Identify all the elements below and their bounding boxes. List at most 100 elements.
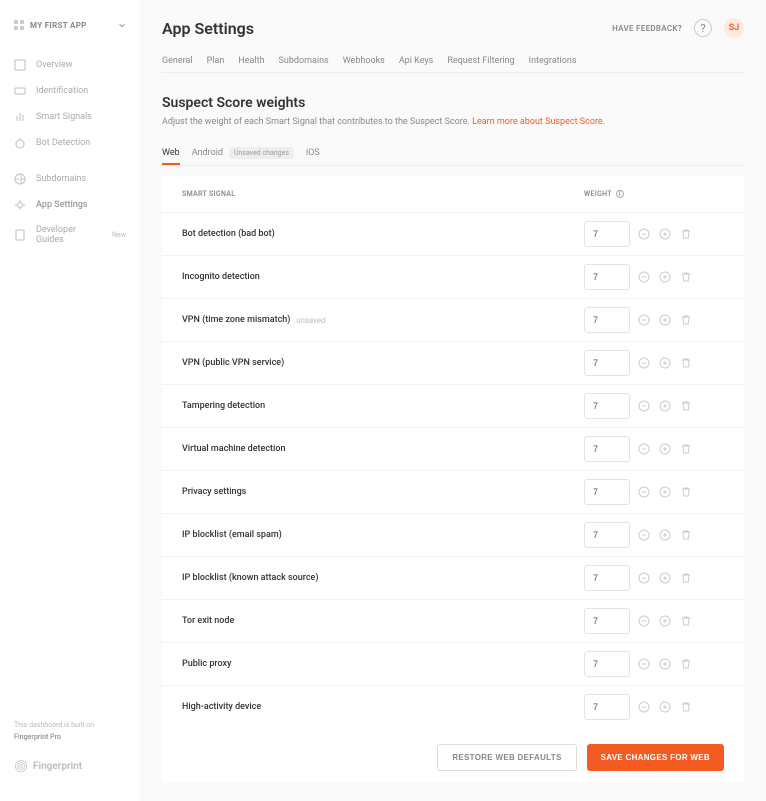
increment-button[interactable] [658, 700, 672, 714]
signal-label: IP blocklist (known attack source) [182, 573, 584, 583]
platform-subtabs: Web AndroidUnsaved changes iOS [162, 141, 744, 166]
weight-input[interactable] [584, 565, 630, 591]
info-icon[interactable]: i [616, 190, 624, 198]
delete-button[interactable] [679, 571, 693, 585]
decrement-button[interactable] [637, 700, 651, 714]
signal-label: IP blocklist (email spam) [182, 530, 584, 540]
sidebar-item-overview[interactable]: Overview [0, 52, 140, 78]
decrement-button[interactable] [637, 657, 651, 671]
increment-button[interactable] [658, 313, 672, 327]
signal-label: Tampering detection [182, 401, 584, 411]
subtab-ios[interactable]: iOS [306, 142, 320, 164]
tab-integrations[interactable]: Integrations [529, 50, 577, 72]
weight-input[interactable] [584, 350, 630, 376]
weight-input[interactable] [584, 221, 630, 247]
delete-button[interactable] [679, 399, 693, 413]
tab-plan[interactable]: Plan [207, 50, 225, 72]
delete-button[interactable] [679, 614, 693, 628]
subtab-android[interactable]: AndroidUnsaved changes [192, 141, 294, 165]
decrement-button[interactable] [637, 614, 651, 628]
action-bar: RESTORE WEB DEFAULTS SAVE CHANGES FOR WE… [162, 728, 744, 771]
delete-button[interactable] [679, 442, 693, 456]
weight-input[interactable] [584, 264, 630, 290]
overview-icon [14, 59, 26, 71]
weight-input[interactable] [584, 479, 630, 505]
signal-label: Incognito detection [182, 272, 584, 282]
save-changes-button[interactable]: SAVE CHANGES FOR WEB [587, 744, 724, 771]
increment-button[interactable] [658, 571, 672, 585]
help-button[interactable]: ? [694, 19, 712, 37]
delete-button[interactable] [679, 657, 693, 671]
signal-label: VPN (time zone mismatch)unsaved [182, 315, 584, 325]
app-selector[interactable]: MY FIRST APP [0, 16, 140, 44]
delete-button[interactable] [679, 227, 693, 241]
table-header: SMART SIGNAL WEIGHT i [162, 176, 744, 212]
app-selector-label: MY FIRST APP [30, 21, 112, 30]
sidebar-item-identification[interactable]: Identification [0, 78, 140, 104]
weight-input[interactable] [584, 393, 630, 419]
tab-subdomains[interactable]: Subdomains [279, 50, 329, 72]
increment-button[interactable] [658, 657, 672, 671]
delete-button[interactable] [679, 313, 693, 327]
sidebar-item-developer-guides[interactable]: Developer GuidesNew [0, 218, 140, 252]
weight-input[interactable] [584, 307, 630, 333]
tab-general[interactable]: General [162, 50, 193, 72]
learn-more-link[interactable]: Learn more about Suspect Score [472, 117, 603, 127]
tab-webhooks[interactable]: Webhooks [343, 50, 385, 72]
sidebar-item-bot-detection[interactable]: Bot Detection [0, 130, 140, 156]
restore-defaults-button[interactable]: RESTORE WEB DEFAULTS [437, 744, 576, 771]
increment-button[interactable] [658, 442, 672, 456]
delete-button[interactable] [679, 356, 693, 370]
increment-button[interactable] [658, 528, 672, 542]
subtab-web[interactable]: Web [162, 142, 180, 164]
weight-input[interactable] [584, 522, 630, 548]
docs-icon [14, 229, 26, 241]
sidebar-item-app-settings[interactable]: App Settings [0, 192, 140, 218]
decrement-button[interactable] [637, 442, 651, 456]
sidebar-item-smart-signals[interactable]: Smart Signals [0, 104, 140, 130]
tab-health[interactable]: Health [238, 50, 264, 72]
delete-button[interactable] [679, 270, 693, 284]
powered-brand: Fingerprint Pro [14, 733, 126, 741]
feedback-link[interactable]: HAVE FEEDBACK? [612, 24, 682, 33]
decrement-button[interactable] [637, 356, 651, 370]
weight-input[interactable] [584, 694, 630, 720]
increment-button[interactable] [658, 399, 672, 413]
increment-button[interactable] [658, 485, 672, 499]
decrement-button[interactable] [637, 270, 651, 284]
decrement-button[interactable] [637, 528, 651, 542]
delete-button[interactable] [679, 528, 693, 542]
decrement-button[interactable] [637, 227, 651, 241]
decrement-button[interactable] [637, 485, 651, 499]
weight-input[interactable] [584, 651, 630, 677]
delete-button[interactable] [679, 485, 693, 499]
tab-request-filtering[interactable]: Request Filtering [447, 50, 514, 72]
signal-label: Privacy settings [182, 487, 584, 497]
signal-row: VPN (public VPN service) [162, 341, 744, 384]
increment-button[interactable] [658, 227, 672, 241]
decrement-button[interactable] [637, 399, 651, 413]
increment-button[interactable] [658, 614, 672, 628]
weight-input[interactable] [584, 608, 630, 634]
column-header-weight: WEIGHT i [584, 190, 724, 198]
nav-list: OverviewIdentificationSmart SignalsBot D… [0, 52, 140, 252]
signals-card: SMART SIGNAL WEIGHT i Bot detection (bad… [162, 176, 744, 783]
weight-input[interactable] [584, 436, 630, 462]
tab-api-keys[interactable]: Api Keys [399, 50, 434, 72]
signal-label: Bot detection (bad bot) [182, 229, 584, 239]
sidebar-footer: This dashboard is built on Fingerprint P… [0, 721, 140, 785]
increment-button[interactable] [658, 270, 672, 284]
column-header-signal: SMART SIGNAL [182, 190, 584, 198]
sidebar-item-subdomains[interactable]: Subdomains [0, 166, 140, 192]
increment-button[interactable] [658, 356, 672, 370]
subdomains-icon [14, 173, 26, 185]
decrement-button[interactable] [637, 313, 651, 327]
avatar[interactable]: SJ [724, 18, 744, 38]
signal-row: Public proxy [162, 642, 744, 685]
table-body: Bot detection (bad bot) Incognito detect… [162, 212, 744, 728]
header: App Settings HAVE FEEDBACK? ? SJ [162, 18, 744, 38]
signal-row: Incognito detection [162, 255, 744, 298]
signal-label: High-activity device [182, 702, 584, 712]
delete-button[interactable] [679, 700, 693, 714]
decrement-button[interactable] [637, 571, 651, 585]
